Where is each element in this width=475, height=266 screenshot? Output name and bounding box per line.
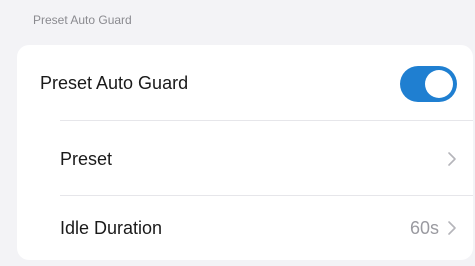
idle-duration-row[interactable]: Idle Duration 60s	[17, 196, 473, 260]
auto-guard-row: Preset Auto Guard	[17, 45, 473, 121]
toggle-knob	[425, 70, 453, 98]
preset-right	[447, 121, 457, 196]
idle-duration-value: 60s	[409, 218, 439, 238]
preset-label: Preset	[60, 148, 113, 169]
settings-card: Preset Auto Guard Preset Idle Duration 6…	[17, 45, 473, 260]
auto-guard-label: Preset Auto Guard	[40, 73, 189, 93]
settings-page: Preset Auto Guard Preset Auto Guard Pres…	[0, 0, 475, 266]
chevron-right-icon	[448, 221, 456, 235]
idle-duration-label: Idle Duration	[60, 218, 163, 238]
section-title: Preset Auto Guard	[33, 13, 132, 27]
chevron-right-icon	[448, 151, 456, 166]
preset-row[interactable]: Preset	[17, 121, 473, 196]
idle-duration-right: 60s	[410, 196, 457, 260]
auto-guard-toggle[interactable]	[400, 66, 457, 102]
